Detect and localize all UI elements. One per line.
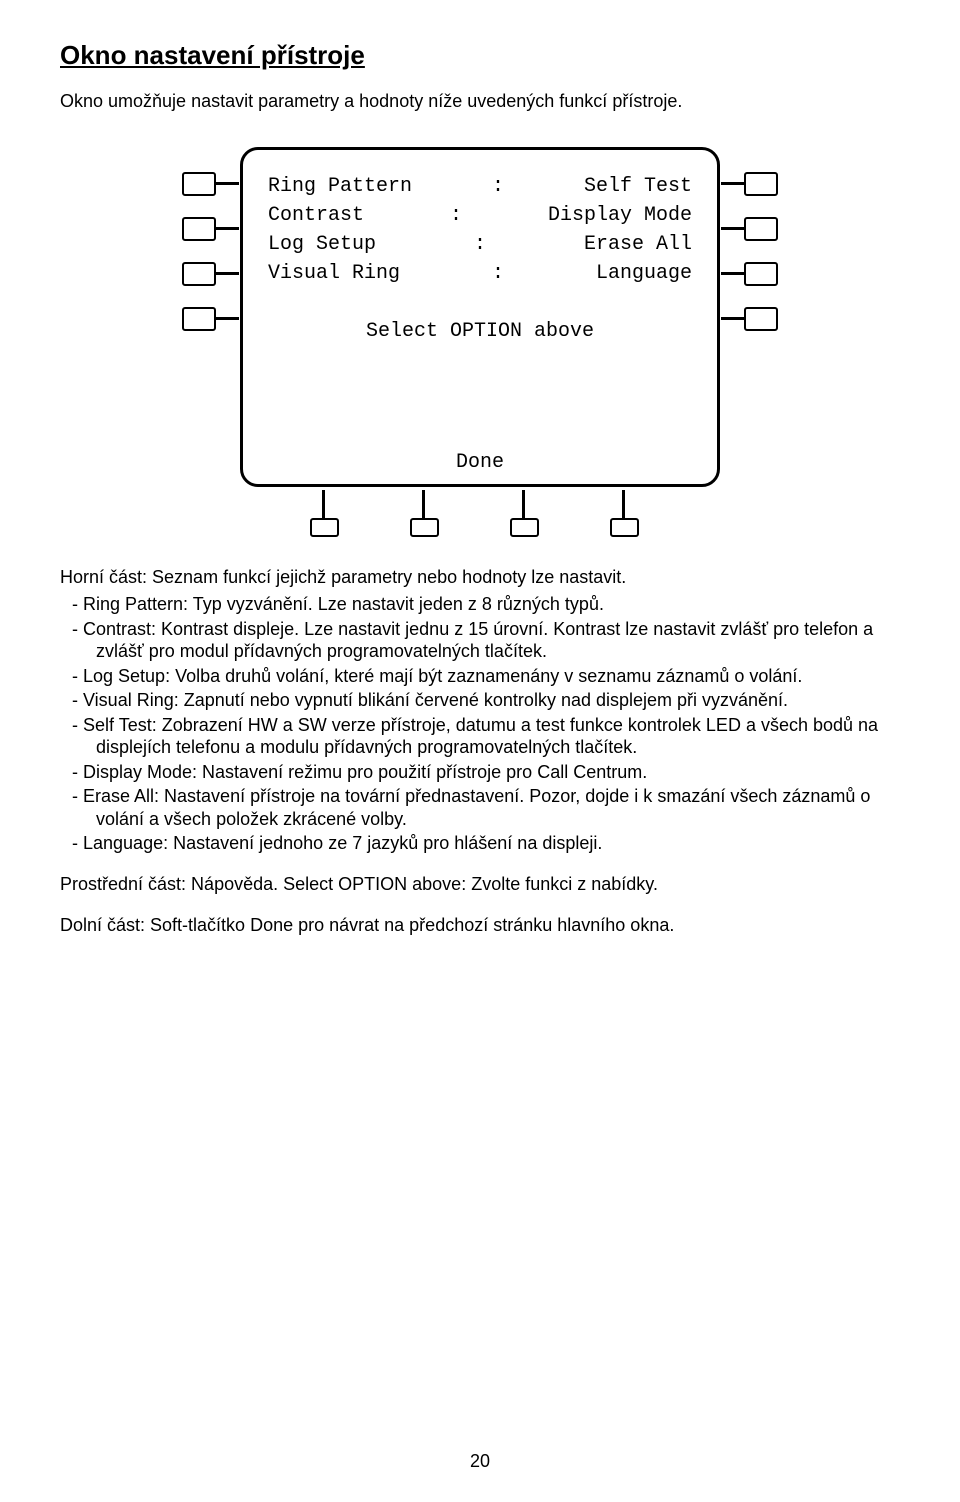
option-left: Visual Ring: [268, 262, 400, 285]
device-diagram: Ring Pattern : Self Test Contrast : Disp…: [60, 137, 900, 537]
soft-button-3: [510, 502, 535, 537]
side-button-left-4: [182, 307, 216, 331]
option-right: Self Test: [584, 175, 692, 198]
middle-section-text: Prostřední část: Nápověda. Select OPTION…: [60, 873, 900, 896]
separator: :: [450, 204, 462, 227]
device: Ring Pattern : Self Test Contrast : Disp…: [180, 137, 780, 537]
screen-row: Contrast : Display Mode: [268, 204, 692, 227]
side-button-right-2: [744, 217, 778, 241]
soft-button-2: [410, 502, 435, 537]
separator: :: [492, 262, 504, 285]
page-title: Okno nastavení přístroje: [60, 40, 900, 71]
option-right: Erase All: [584, 233, 692, 256]
feature-list: Ring Pattern: Typ vyzvánění. Lze nastavi…: [60, 593, 900, 855]
screen-row: Visual Ring : Language: [268, 262, 692, 285]
side-button-left-2: [182, 217, 216, 241]
screen-prompt: Select OPTION above: [268, 320, 692, 343]
list-item: Visual Ring: Zapnutí nebo vypnutí blikán…: [60, 689, 900, 712]
option-left: Contrast: [268, 204, 364, 227]
list-item: Contrast: Kontrast displeje. Lze nastavi…: [60, 618, 900, 663]
option-right: Language: [596, 262, 692, 285]
bottom-section-text: Dolní část: Soft-tlačítko Done pro návra…: [60, 914, 900, 937]
page-number: 20: [0, 1451, 960, 1472]
side-button-left-1: [182, 172, 216, 196]
list-item: Erase All: Nastavení přístroje na továrn…: [60, 785, 900, 830]
separator: :: [474, 233, 486, 256]
side-button-left-3: [182, 262, 216, 286]
option-right: Display Mode: [548, 204, 692, 227]
side-button-right-3: [744, 262, 778, 286]
device-screen: Ring Pattern : Self Test Contrast : Disp…: [240, 147, 720, 487]
option-left: Log Setup: [268, 233, 376, 256]
list-item: Self Test: Zobrazení HW a SW verze příst…: [60, 714, 900, 759]
screen-row: Log Setup : Erase All: [268, 233, 692, 256]
intro-text: Okno umožňuje nastavit parametry a hodno…: [60, 91, 900, 112]
list-item: Language: Nastavení jednoho ze 7 jazyků …: [60, 832, 900, 855]
list-item: Ring Pattern: Typ vyzvánění. Lze nastavi…: [60, 593, 900, 616]
list-item: Log Setup: Volba druhů volání, které maj…: [60, 665, 900, 688]
soft-button-4: [610, 502, 635, 537]
list-item: Display Mode: Nastavení režimu pro použi…: [60, 761, 900, 784]
side-button-right-4: [744, 307, 778, 331]
side-button-right-1: [744, 172, 778, 196]
option-left: Ring Pattern: [268, 175, 412, 198]
screen-done-label: Done: [243, 451, 717, 474]
subheading-top: Horní část: Seznam funkcí jejichž parame…: [60, 567, 900, 588]
soft-button-1: [310, 502, 335, 537]
separator: :: [492, 175, 504, 198]
screen-row: Ring Pattern : Self Test: [268, 175, 692, 198]
